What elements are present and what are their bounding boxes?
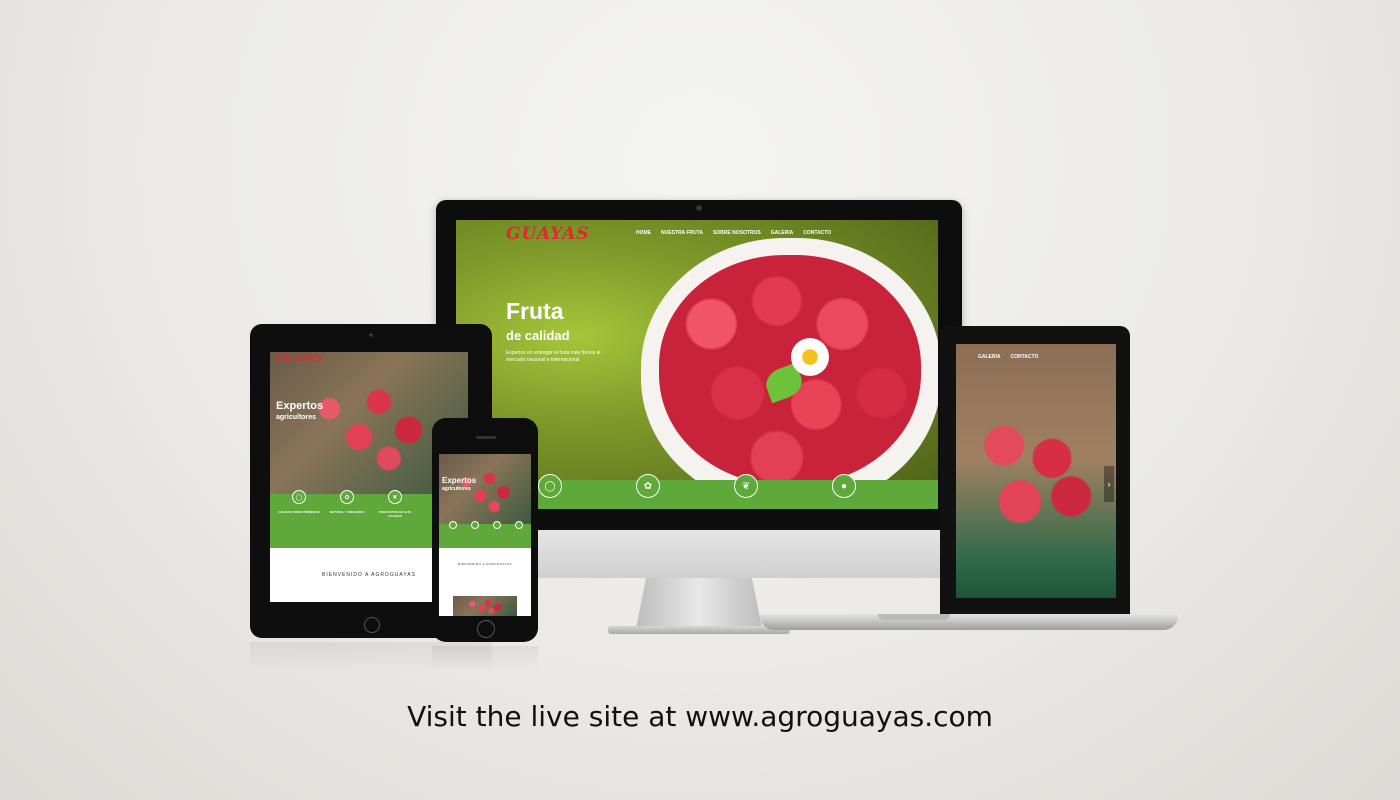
- sprout-icon[interactable]: ❦: [734, 474, 758, 498]
- nav-galeria[interactable]: GALERIA: [771, 230, 794, 236]
- hero-title: Expertos: [442, 476, 477, 485]
- nav-contacto[interactable]: CONTACTO: [803, 230, 831, 236]
- tablet-camera: [369, 333, 373, 337]
- nav-home[interactable]: HOME: [636, 230, 651, 236]
- hero-subtitle: agricultores: [276, 414, 317, 421]
- laptop-nav: GALERIA CONTACTO: [978, 354, 1038, 360]
- hero-subtitle: de calidad: [506, 328, 570, 343]
- imac-foot: [608, 626, 790, 634]
- laptop-website-screen: GALERIA CONTACTO ›: [956, 344, 1116, 598]
- caption-text: Visit the live site at www.agroguayas.co…: [407, 700, 993, 733]
- feature-title: CALIDAD COMO PRIORIDAD: [278, 510, 320, 514]
- sprout-icon[interactable]: [493, 521, 501, 529]
- fruit-icon[interactable]: [515, 521, 523, 529]
- phone-home-button: [477, 620, 495, 638]
- slider-next-arrow-icon[interactable]: ›: [1104, 466, 1114, 502]
- hero-text: Expertos en entregar la fruta mas fresca…: [506, 350, 601, 363]
- laptop-base: [760, 614, 1178, 630]
- sprout-icon[interactable]: ❦: [388, 490, 402, 504]
- feature-band: [439, 521, 531, 548]
- hero-title: Fruta: [506, 298, 564, 324]
- imac-stand: [636, 578, 762, 628]
- phone-reflection: [432, 646, 538, 670]
- phone-website-screen: Expertos agricultores BIENVENIDO A AGROG…: [439, 454, 531, 616]
- phone-speaker: [476, 436, 496, 439]
- laptop-notch: [878, 614, 950, 620]
- leaf-icon[interactable]: ✿: [636, 474, 660, 498]
- site-logo[interactable]: GUAYAS: [506, 224, 590, 244]
- imac-camera: [696, 205, 702, 211]
- nav-sobre-nosotros[interactable]: SOBRE NOSOTROS: [713, 230, 761, 236]
- apple-icon[interactable]: ◯: [538, 474, 562, 498]
- hero-title: Expertos: [276, 400, 324, 412]
- tablet-home-button: [364, 617, 380, 633]
- phone-gallery-image: [453, 596, 517, 616]
- hero-subtitle: agricultores: [442, 486, 471, 492]
- site-logo[interactable]: GUAYAS: [276, 354, 323, 364]
- nav-contacto[interactable]: CONTACTO: [1011, 354, 1039, 360]
- feature-title: NATURAL Y ORGANICO: [329, 510, 365, 514]
- nav-galeria[interactable]: GALERIA: [978, 354, 1001, 360]
- daisy-flower-image: [791, 338, 829, 376]
- leaf-icon[interactable]: [471, 521, 479, 529]
- fruit-icon[interactable]: ●: [832, 474, 856, 498]
- leaf-icon[interactable]: ✿: [340, 490, 354, 504]
- welcome-heading: BIENVENIDO A AGROGUAYAS: [457, 562, 513, 566]
- feature-title: PRODUCTOS DE ALTA CALIDAD: [378, 510, 412, 518]
- apple-icon[interactable]: ◯: [292, 490, 306, 504]
- nav-nuestra-fruta[interactable]: NUESTRA FRUTA: [661, 230, 703, 236]
- main-nav: HOME NUESTRA FRUTA SOBRE NOSOTROS GALERI…: [636, 230, 831, 236]
- apple-icon[interactable]: [449, 521, 457, 529]
